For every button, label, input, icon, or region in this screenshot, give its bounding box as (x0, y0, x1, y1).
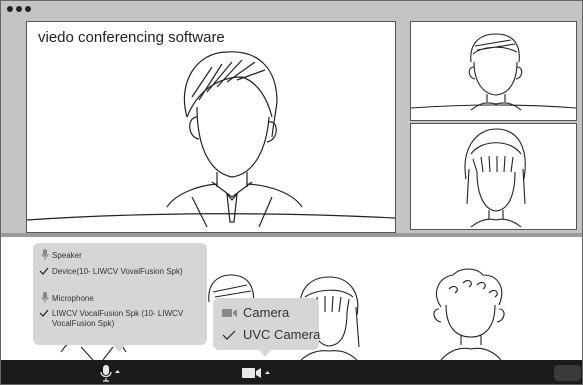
camera-popover-caret (259, 350, 271, 357)
conference-window: viedo conferencing software Speaker Devi… (0, 0, 583, 385)
camera-device-option[interactable]: UVC Camera (243, 327, 320, 342)
camera-button[interactable] (241, 365, 273, 381)
video-camera-icon (242, 368, 270, 378)
participant-1-avatar (411, 33, 576, 111)
microphone-icon (100, 365, 120, 382)
speaker-device-option[interactable]: Device(10- LIWCV VovalFusion Spk) (52, 267, 183, 276)
audio-device-popover: Speaker Device(10- LIWCV VovalFusion Spk… (33, 243, 207, 345)
toolbar-extra-button[interactable] (554, 365, 581, 381)
audio-popover-caret (113, 345, 125, 352)
video-stage: viedo conferencing software (1, 17, 582, 233)
microphone-heading: Microphone (52, 294, 94, 303)
title-bar (1, 1, 582, 17)
microphone-device-line2: VocalFusion Spk) (52, 319, 115, 328)
chevron-up-icon (115, 370, 120, 373)
checkmark-icon (39, 309, 49, 317)
main-video-tile[interactable]: viedo conferencing software (26, 21, 396, 233)
chevron-up-icon (265, 371, 270, 374)
speaker-heading: Speaker (52, 251, 82, 260)
microphone-icon (41, 292, 49, 303)
close-dot[interactable] (7, 6, 13, 12)
maximize-dot[interactable] (25, 6, 31, 12)
microphone-device-line1: LIWCV VocalFusion Spk (10- LIWCV (52, 309, 184, 318)
minimize-dot[interactable] (16, 6, 22, 12)
call-toolbar (1, 360, 582, 384)
main-participant-avatar (27, 51, 395, 228)
participant-2-avatar (464, 128, 526, 228)
video-camera-icon (222, 309, 237, 317)
camera-heading: Camera (243, 305, 290, 320)
microphone-button[interactable] (100, 364, 124, 382)
camera-device-popover: Camera UVC Camera (213, 298, 320, 350)
participant-tile-1[interactable] (410, 21, 577, 121)
checkmark-icon (39, 267, 49, 275)
checkmark-icon (222, 330, 236, 340)
main-video-label: viedo conferencing software (38, 29, 225, 46)
participant-tile-2[interactable] (410, 123, 577, 230)
speaker-mic-icon (41, 249, 49, 260)
